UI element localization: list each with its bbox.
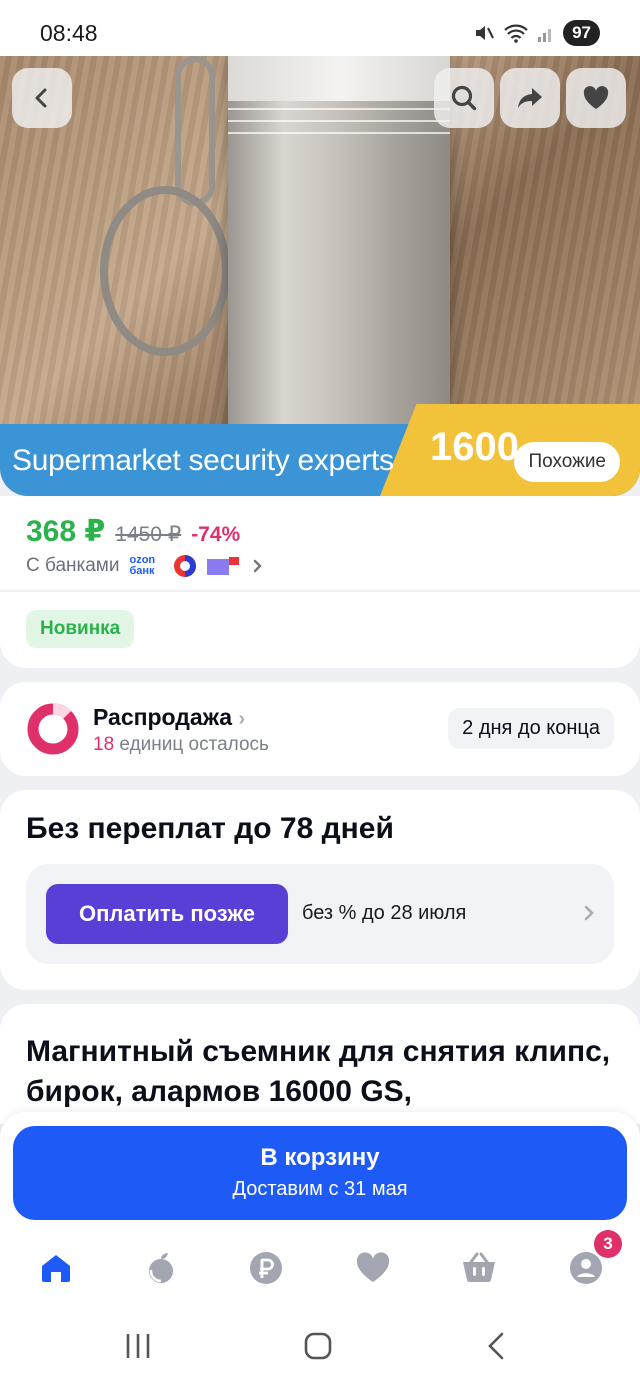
- pay-later-button[interactable]: Оплатить позже: [46, 884, 288, 944]
- cart-icon: [463, 1252, 495, 1283]
- share-icon: [518, 88, 542, 108]
- units-text: единиц осталось: [119, 734, 269, 755]
- wifi-icon: [504, 24, 528, 43]
- chevron-right-icon: [584, 905, 594, 921]
- ozon-bank-logo: ozon банк: [129, 554, 156, 577]
- tab-fresh[interactable]: [141, 1248, 181, 1288]
- sale-section[interactable]: Распродажа › 18 единиц осталось 2 дня до…: [0, 682, 640, 776]
- chevron-right-icon: [254, 559, 263, 573]
- pay-later-note: без % до 28 июля: [302, 902, 467, 924]
- sale-title-text: Распродажа: [93, 704, 233, 730]
- similar-button[interactable]: Похожие: [514, 442, 620, 482]
- home-icon: [42, 1255, 70, 1282]
- old-price: 1450 ₽: [115, 523, 182, 546]
- chevron-right-icon: ›: [238, 708, 246, 730]
- back-arrow-icon: [488, 1332, 504, 1360]
- image-banner-text: Supermarket security experts: [12, 444, 394, 477]
- image-banner-number: 1600: [430, 425, 519, 469]
- bottom-navigation: 3: [0, 1230, 640, 1304]
- favorites-icon: [356, 1252, 390, 1282]
- ruble-icon: [250, 1252, 282, 1284]
- price-section: 368 ₽ 1450 ₽ -74% С банками ozon банк: [0, 496, 640, 590]
- badges-section: Новинка: [0, 592, 640, 668]
- status-time: 08:48: [40, 20, 98, 46]
- recent-apps-icon: [126, 1334, 150, 1358]
- discount-percent: -74%: [191, 523, 241, 546]
- home-circle-icon: [304, 1332, 332, 1360]
- bank-logo-icon: [174, 555, 197, 577]
- recent-apps-button[interactable]: [118, 1330, 158, 1362]
- product-title-section: Магнитный съемник для снятия клипс, биро…: [0, 1004, 640, 1124]
- search-button[interactable]: [434, 68, 494, 128]
- new-badge: Новинка: [26, 610, 135, 648]
- home-button[interactable]: [298, 1330, 338, 1362]
- battery-indicator: 97: [563, 20, 600, 46]
- current-price: 368 ₽: [26, 515, 106, 548]
- add-to-cart-button[interactable]: В корзину Доставим с 31 мая: [13, 1126, 627, 1220]
- status-bar: 08:48 97: [0, 0, 640, 56]
- price-row: 368 ₽ 1450 ₽ -74%: [26, 514, 240, 549]
- product-title: Магнитный съемник для снятия клипс, биро…: [26, 1035, 611, 1108]
- search-icon: [451, 85, 477, 111]
- installment-title: Без переплат до 78 дней: [26, 812, 394, 845]
- sale-units-left: 18 единиц осталось: [93, 734, 269, 756]
- delivery-date: Доставим с 31 мая: [232, 1178, 408, 1200]
- chevron-left-icon: [35, 88, 47, 108]
- signal-icon: [538, 29, 552, 42]
- back-button[interactable]: [12, 68, 72, 128]
- sale-progress-icon: [27, 703, 79, 755]
- system-back-button[interactable]: [476, 1330, 516, 1362]
- system-navigation: [0, 1304, 640, 1387]
- bank-offers[interactable]: С банками ozon банк: [26, 554, 265, 578]
- sale-title: Распродажа ›: [93, 704, 245, 731]
- tab-cart[interactable]: [459, 1248, 499, 1288]
- share-button[interactable]: [500, 68, 560, 128]
- tab-favorites[interactable]: [353, 1248, 393, 1288]
- tab-finance[interactable]: [246, 1248, 286, 1288]
- installment-section: Без переплат до 78 дней Оплатить позже б…: [0, 790, 640, 990]
- product-photo-clip: [100, 186, 230, 356]
- product-image-gallery[interactable]: Supermarket security experts 1600 Похожи…: [0, 56, 640, 496]
- banks-label: С банками: [26, 555, 120, 576]
- mute-icon: [476, 26, 494, 40]
- favorite-button[interactable]: [566, 68, 626, 128]
- bank-card-icon: [207, 557, 240, 575]
- profile-icon: [570, 1252, 602, 1284]
- pay-later-row[interactable]: Оплатить позже без % до 28 июля: [26, 864, 614, 964]
- sale-deadline: 2 дня до конца: [448, 708, 614, 749]
- units-count: 18: [93, 734, 115, 755]
- heart-icon: [583, 86, 609, 109]
- add-to-cart-label: В корзину: [260, 1144, 380, 1171]
- tab-profile[interactable]: 3: [566, 1230, 622, 1288]
- tab-home[interactable]: [36, 1248, 76, 1288]
- fresh-icon: [149, 1253, 173, 1283]
- profile-badge: 3: [594, 1230, 622, 1258]
- status-icons: 97: [473, 20, 600, 46]
- cart-bar: В корзину Доставим с 31 мая: [0, 1112, 640, 1232]
- product-photo-chain: [175, 56, 215, 206]
